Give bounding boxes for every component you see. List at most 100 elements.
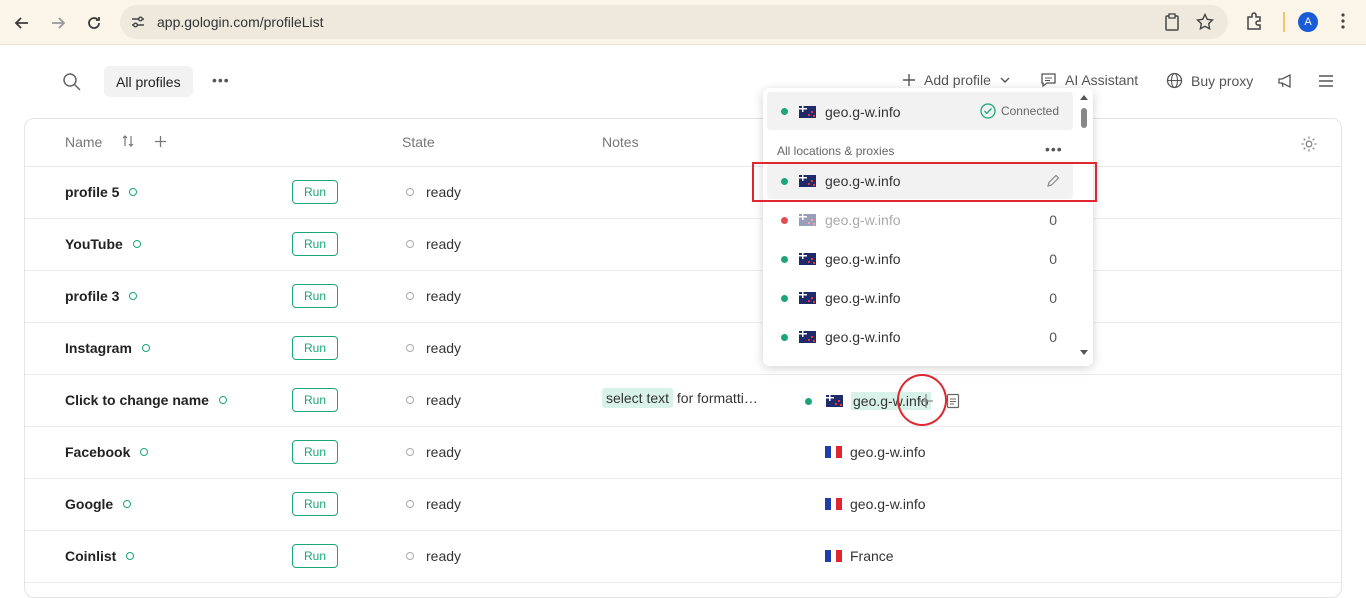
ai-assistant-label: AI Assistant [1065, 72, 1139, 88]
globe-icon [1166, 72, 1183, 89]
avatar[interactable]: A [1298, 12, 1318, 32]
clipboard-icon[interactable] [1164, 13, 1180, 31]
address-bar[interactable]: app.gologin.com/profileList [120, 5, 1228, 39]
profile-name[interactable]: Instagram [65, 340, 150, 356]
notes-selected-text: select text [602, 388, 674, 408]
add-profile-button[interactable]: Add profile [902, 72, 1011, 88]
search-icon[interactable] [62, 72, 82, 92]
table-row[interactable]: Google Run ready geo.g-w.info [25, 479, 1341, 531]
megaphone-icon[interactable] [1277, 73, 1295, 89]
status-dot [781, 108, 788, 115]
table-row[interactable]: Instagram Run ready [25, 323, 1341, 375]
kebab-menu-icon[interactable] [1336, 11, 1350, 31]
table-row[interactable]: profile 3 Run ready [25, 271, 1341, 323]
profile-name[interactable]: Google [65, 496, 132, 512]
table-row[interactable]: Facebook Run ready geo.g-w.info [25, 427, 1341, 479]
scroll-down-icon [1080, 350, 1088, 355]
plus-icon [903, 74, 915, 86]
current-proxy-label: geo.g-w.info [825, 104, 901, 120]
run-button[interactable]: Run [292, 180, 338, 204]
profile-name[interactable]: Coinlist [65, 548, 135, 564]
state-dot-icon [406, 240, 414, 248]
reload-icon [88, 17, 100, 29]
dropdown-scrollbar[interactable] [1079, 94, 1089, 360]
clipboard-icon[interactable] [946, 392, 960, 409]
run-button[interactable]: Run [292, 440, 338, 464]
scroll-thumb[interactable] [1081, 108, 1087, 128]
browser-bar: app.gologin.com/profileList A [0, 0, 1366, 45]
profile-name[interactable]: profile 3 [65, 288, 138, 304]
column-header-state[interactable]: State [402, 134, 435, 150]
arrow-right-icon [52, 17, 66, 29]
run-button[interactable]: Run [292, 232, 338, 256]
online-status-icon [140, 448, 149, 456]
state-dot-icon [406, 292, 414, 300]
online-status-icon [123, 500, 132, 508]
table-header: Name State Notes [25, 119, 1341, 167]
column-header-notes[interactable]: Notes [602, 134, 639, 150]
online-status-icon [218, 396, 227, 404]
check-circle-icon [980, 103, 996, 119]
toolbar-more-button[interactable]: ••• [212, 72, 230, 88]
extensions-icon[interactable] [1244, 11, 1264, 31]
proxy-list-item[interactable]: geo.g-w.info 0 [767, 280, 1073, 316]
buy-proxy-label: Buy proxy [1191, 72, 1254, 89]
back-button[interactable] [10, 11, 34, 35]
table-row[interactable]: profile 5 Run ready [25, 167, 1341, 219]
table-row[interactable]: Coinlist Run ready France [25, 531, 1341, 583]
profiles-table: Name State Notes profile 5 Run ready YouTub… [24, 118, 1342, 598]
profile-state: ready [406, 184, 461, 200]
proxy-dropdown: geo.g-w.info Connected All locations & p… [763, 88, 1093, 366]
current-proxy[interactable]: geo.g-w.info Connected [767, 92, 1073, 130]
profile-name[interactable]: YouTube [65, 236, 141, 252]
buy-proxy-button[interactable]: Buy proxy [1166, 72, 1253, 89]
run-button[interactable]: Run [292, 284, 338, 308]
profile-state: ready [406, 340, 461, 356]
tab-all-profiles[interactable]: All profiles [104, 66, 193, 97]
gear-icon[interactable] [1300, 135, 1318, 153]
profile-state: ready [406, 288, 461, 304]
add-column-icon[interactable] [154, 135, 167, 148]
chat-icon [1041, 73, 1056, 88]
profile-name[interactable]: profile 5 [65, 184, 138, 200]
run-button[interactable]: Run [292, 336, 338, 360]
nz-flag-icon [799, 331, 816, 343]
online-status-icon [129, 188, 138, 196]
proxy-cell[interactable]: geo.g-w.info [825, 496, 926, 512]
site-settings-icon[interactable] [130, 14, 146, 30]
table-row[interactable]: YouTube Run ready [25, 219, 1341, 271]
status-dot [781, 217, 788, 224]
section-title: All locations & proxies [777, 144, 895, 158]
column-header-name[interactable]: Name [65, 134, 102, 150]
state-dot-icon [406, 448, 414, 456]
hamburger-menu-icon[interactable] [1318, 74, 1334, 88]
status-dot [805, 397, 812, 405]
state-dot-icon [406, 344, 414, 352]
star-icon[interactable] [1196, 13, 1214, 31]
sort-icon[interactable] [122, 134, 134, 148]
forward-button[interactable] [46, 11, 70, 35]
proxy-list-item[interactable]: geo.g-w.info 0 [767, 202, 1073, 238]
proxy-cell[interactable]: geo.g-w.info [825, 444, 926, 460]
profile-name[interactable]: Click to change name [65, 392, 227, 408]
notes-cell[interactable]: select text for formatti… [602, 388, 758, 408]
run-button[interactable]: Run [292, 492, 338, 516]
add-profile-label: Add profile [924, 72, 991, 88]
proxy-cell[interactable]: France [825, 548, 894, 564]
table-row[interactable]: Click to change name Run ready select text … [25, 375, 1341, 427]
run-button[interactable]: Run [292, 388, 338, 412]
online-status-icon [141, 344, 150, 352]
run-button[interactable]: Run [292, 544, 338, 568]
nz-flag-icon [799, 292, 816, 304]
proxy-list-item[interactable]: geo.g-w.info 0 [767, 241, 1073, 277]
reload-button[interactable] [82, 11, 106, 35]
proxy-list-item[interactable]: geo.g-w.info 0 [767, 319, 1073, 355]
nz-flag-icon [826, 395, 843, 407]
ai-assistant-button[interactable]: AI Assistant [1040, 72, 1138, 88]
state-dot-icon [406, 552, 414, 560]
connected-badge: Connected [980, 103, 1059, 119]
section-more-button[interactable]: ••• [1045, 141, 1063, 157]
scroll-up-icon [1080, 95, 1088, 100]
profile-name[interactable]: Facebook [65, 444, 149, 460]
url-text: app.gologin.com/profileList [157, 14, 324, 30]
